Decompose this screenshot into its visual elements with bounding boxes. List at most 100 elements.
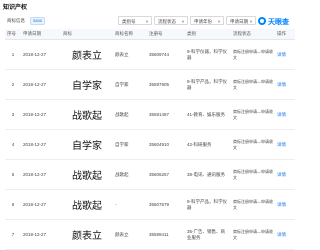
trademark-image: 战歌起 bbox=[61, 99, 113, 130]
table-row: 3 2018-12-27 战歌起 战歌起 35591497 41-教育、娱乐服务… bbox=[5, 99, 295, 130]
cell-status: 商标注册申请—申请收文 bbox=[231, 129, 275, 160]
cell-index: 1 bbox=[5, 39, 21, 70]
cell-date: 2018-12-27 bbox=[21, 39, 61, 70]
header-action: 操作 bbox=[275, 29, 295, 40]
filter-year[interactable]: 申请年份 ▼ bbox=[190, 16, 224, 25]
detail-link[interactable]: 详情 bbox=[277, 202, 286, 207]
cell-name: - bbox=[113, 189, 147, 220]
trademark-count-badge: 5868 bbox=[30, 17, 45, 25]
filter-category-label: 类别号 bbox=[122, 19, 136, 24]
cell-action: 详情 bbox=[275, 99, 295, 130]
cell-action: 详情 bbox=[275, 189, 295, 220]
trademark-image: 战歌起 bbox=[61, 189, 113, 220]
cell-index: 2 bbox=[5, 69, 21, 100]
cell-reg-no: 35607579 bbox=[147, 189, 185, 220]
cell-index: 4 bbox=[5, 129, 21, 160]
header-category: 类别 bbox=[185, 29, 231, 40]
detail-link[interactable]: 详情 bbox=[277, 172, 286, 177]
cell-reg-no: 35606257 bbox=[147, 159, 185, 190]
filter-date-label: 申请日期 bbox=[230, 19, 248, 24]
cell-category: 41-教育、娱乐服务 bbox=[185, 99, 231, 130]
cell-name: 自学家 bbox=[113, 69, 147, 100]
cell-name: 战歌起 bbox=[113, 159, 147, 190]
cell-reg-no: 35591497 bbox=[147, 99, 185, 130]
table-row: 4 2018-12-27 自学家 自学家 35604910 42-科研服务 商标… bbox=[5, 129, 295, 160]
section-title: 知识产权 bbox=[3, 5, 28, 11]
detail-link[interactable]: 详情 bbox=[277, 232, 286, 237]
cell-name: 颜表立 bbox=[113, 219, 147, 250]
header-reg-no: 注册号 bbox=[147, 29, 185, 40]
cell-action: 详情 bbox=[275, 69, 295, 100]
chevron-down-icon: ▼ bbox=[249, 19, 253, 24]
cell-date: 2018-12-27 bbox=[21, 159, 61, 190]
detail-link[interactable]: 详情 bbox=[277, 142, 286, 147]
trademark-image: 自学家 bbox=[61, 129, 113, 160]
trademark-image: 颜表立 bbox=[61, 39, 113, 70]
cell-reg-no: 35604910 bbox=[147, 129, 185, 160]
cell-status: 商标注册申请—申请收文 bbox=[231, 39, 275, 70]
detail-link[interactable]: 详情 bbox=[277, 52, 286, 57]
table-row: 5 2018-12-27 战歌起 战歌起 35606257 38-电讯、通讯服务… bbox=[5, 159, 295, 190]
cell-status: 商标注册申请—申请收文 bbox=[231, 189, 275, 220]
header-status: 流程状态 bbox=[231, 29, 275, 40]
cell-date: 2018-12-27 bbox=[21, 189, 61, 220]
cell-date: 2018-12-27 bbox=[21, 219, 61, 250]
trademark-toolbar: 商标信息 5868 类别号 ▼ 流程状态 ▼ 申请年份 ▼ 申请日期 ▼ 天眼查 bbox=[0, 13, 300, 29]
filter-date[interactable]: 申请日期 ▼ bbox=[226, 16, 256, 25]
tianyancha-logo: 天眼查 bbox=[258, 16, 296, 26]
cell-category: 9-科学仪器，科学仪器 bbox=[185, 39, 231, 70]
trademark-image: 颜表立 bbox=[61, 219, 113, 250]
cell-status: 商标注册申请—申请收文 bbox=[231, 69, 275, 100]
filter-status-label: 流程状态 bbox=[158, 19, 176, 24]
cell-action: 详情 bbox=[275, 39, 295, 70]
cell-date: 2018-12-27 bbox=[21, 69, 61, 100]
cell-category: 42-科研服务 bbox=[185, 129, 231, 160]
cell-status: 商标注册申请—申请收文 bbox=[231, 219, 275, 250]
cell-category: 35-广告、销售、商业服务 bbox=[185, 219, 231, 250]
cell-reg-no: 35597905 bbox=[147, 69, 185, 100]
cell-index: 6 bbox=[5, 189, 21, 220]
cell-date: 2018-12-27 bbox=[21, 99, 61, 130]
trademark-label: 商标信息 bbox=[7, 18, 25, 23]
cell-action: 详情 bbox=[275, 219, 295, 250]
logo-icon bbox=[258, 17, 266, 25]
cell-name: 颜表立 bbox=[113, 39, 147, 70]
trademark-image: 战歌起 bbox=[61, 159, 113, 190]
cell-action: 详情 bbox=[275, 129, 295, 160]
header-name: 商标名称 bbox=[113, 29, 147, 40]
header-index: 序号 bbox=[5, 29, 21, 40]
cell-index: 5 bbox=[5, 159, 21, 190]
detail-link[interactable]: 详情 bbox=[277, 112, 286, 117]
cell-index: 3 bbox=[5, 99, 21, 130]
cell-status: 商标注册申请—申请收文 bbox=[231, 159, 275, 190]
cell-reg-no: 35599411 bbox=[147, 219, 185, 250]
cell-status: 商标注册申请—申请收文 bbox=[231, 99, 275, 130]
detail-link[interactable]: 详情 bbox=[277, 82, 286, 87]
cell-name: 战歌起 bbox=[113, 99, 147, 130]
cell-date: 2018-12-27 bbox=[21, 129, 61, 160]
filter-category[interactable]: 类别号 ▼ bbox=[118, 16, 152, 25]
cell-index: 7 bbox=[5, 219, 21, 250]
trademark-table: 序号 申请日期 商标 商标名称 注册号 类别 流程状态 操作 1 2018-12… bbox=[5, 29, 295, 250]
table-row: 2 2018-12-27 自学家 自学家 35597905 9-科学产品，科学仪… bbox=[5, 69, 295, 100]
trademark-image: 自学家 bbox=[61, 69, 113, 100]
cell-category: 9-科学产品，科学仪器 bbox=[185, 69, 231, 100]
chevron-down-icon: ▼ bbox=[217, 19, 221, 24]
chevron-down-icon: ▼ bbox=[181, 19, 185, 24]
table-header-row: 序号 申请日期 商标 商标名称 注册号 类别 流程状态 操作 bbox=[5, 29, 295, 40]
cell-reg-no: 35609744 bbox=[147, 39, 185, 70]
header-date: 申请日期 bbox=[21, 29, 61, 40]
header-mark: 商标 bbox=[61, 29, 113, 40]
table-row: 1 2018-12-27 颜表立 颜表立 35609744 9-科学仪器，科学仪… bbox=[5, 39, 295, 70]
cell-action: 详情 bbox=[275, 159, 295, 190]
filter-year-label: 申请年份 bbox=[194, 19, 212, 24]
table-row: 6 2018-12-27 战歌起 - 35607579 9-科学产品，科学仪器 … bbox=[5, 189, 295, 220]
table-row: 7 2018-12-27 颜表立 颜表立 35599411 35-广告、销售、商… bbox=[5, 219, 295, 250]
cell-category: 38-电讯、通讯服务 bbox=[185, 159, 231, 190]
section-header: 知识产权 bbox=[0, 0, 300, 12]
cell-category: 9-科学产品，科学仪器 bbox=[185, 189, 231, 220]
filter-status[interactable]: 流程状态 ▼ bbox=[154, 16, 188, 25]
cell-name: 自学家 bbox=[113, 129, 147, 160]
logo-text: 天眼查 bbox=[268, 19, 289, 26]
chevron-down-icon: ▼ bbox=[145, 19, 149, 24]
